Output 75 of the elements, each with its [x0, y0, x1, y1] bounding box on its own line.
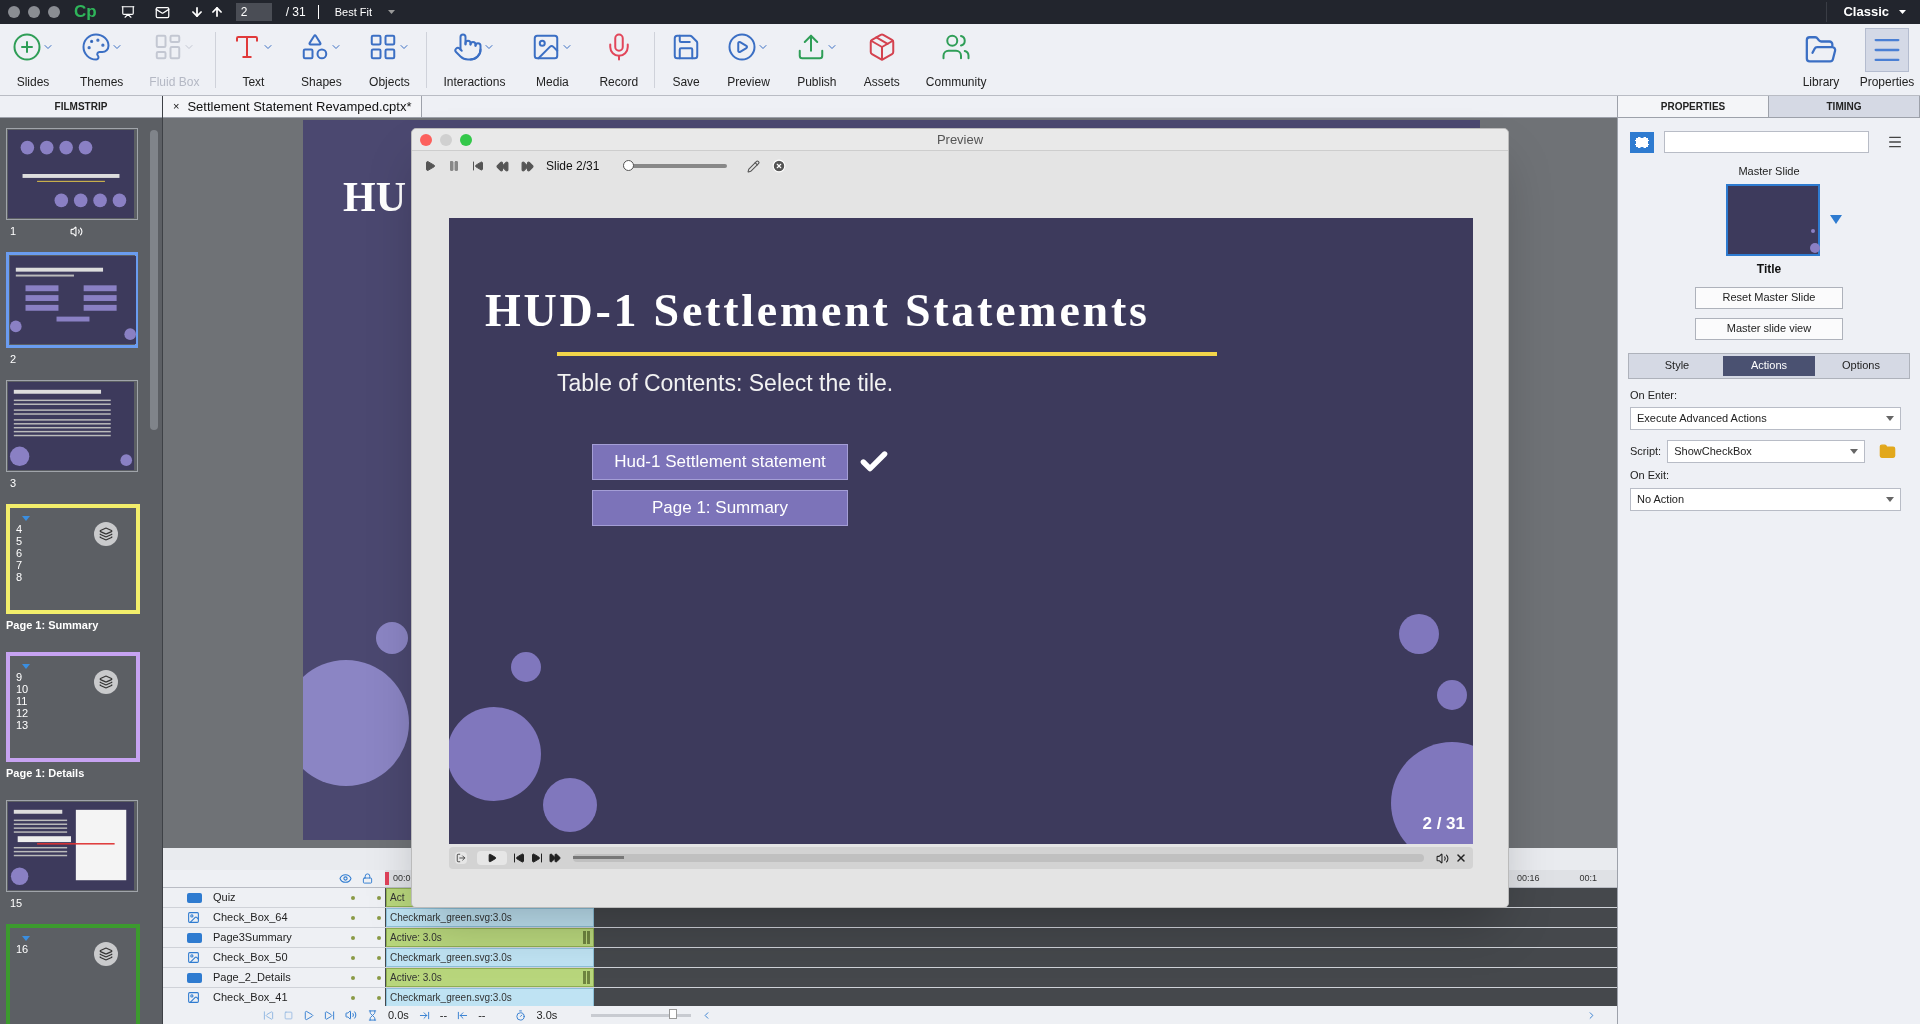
- panel-header: FILMSTRIP: [0, 96, 162, 118]
- panel-button[interactable]: Master slide view: [1695, 317, 1843, 340]
- toolbar-button[interactable]: Media: [523, 27, 582, 92]
- workspace-dropdown[interactable]: Classic: [1826, 2, 1906, 22]
- slide-number: 16: [16, 943, 30, 955]
- dropdown-field[interactable]: Execute Advanced Actions: [1630, 407, 1901, 430]
- slide-number: 11: [16, 695, 29, 707]
- timeline-bar[interactable]: Active: 3.0s: [386, 968, 594, 987]
- slide-group[interactable]: 9 10 11 12 13: [6, 652, 140, 762]
- subtab[interactable]: Style: [1631, 355, 1723, 376]
- slide-number: 7: [16, 559, 24, 571]
- slide-number: 4: [16, 523, 24, 535]
- slide-group[interactable]: 16: [6, 924, 140, 1024]
- subtab[interactable]: Options: [1815, 355, 1907, 376]
- start-time: 0.0s: [388, 1007, 409, 1023]
- panel-tab[interactable]: TIMING: [1769, 96, 1920, 117]
- toolbar-button[interactable]: Record: [591, 27, 647, 92]
- panel-tab[interactable]: PROPERTIES: [1618, 96, 1769, 117]
- subtab[interactable]: Actions: [1723, 355, 1815, 376]
- page-field[interactable]: 2: [235, 3, 272, 21]
- slide-number: 1: [10, 223, 18, 239]
- slide-title: HUD-1 Settlement Statements: [485, 284, 1150, 338]
- panel-button[interactable]: Reset Master Slide: [1695, 286, 1843, 309]
- slide-counter: 2 / 31: [1422, 812, 1465, 835]
- slide-number: 12: [16, 707, 30, 719]
- slide-group[interactable]: 4 5 6 7 8: [6, 504, 140, 614]
- toolbar-button[interactable]: Save: [663, 27, 710, 92]
- field-label: On Exit:: [1630, 468, 1671, 483]
- slide-number: 3: [10, 475, 18, 491]
- timeline-bar[interactable]: Active: 3.0s: [386, 928, 594, 947]
- slide-number: 8: [16, 571, 24, 583]
- zoom-dropdown[interactable]: Best Fit: [334, 3, 395, 21]
- tile-button[interactable]: Hud-1 Settlement statement: [592, 444, 848, 480]
- group-label: Page 1: Summary: [6, 618, 100, 633]
- window-title: Preview: [936, 130, 984, 149]
- slide-number: 6: [16, 547, 24, 559]
- slide-number: 15: [10, 895, 24, 911]
- app-logo: Cp: [74, 1, 97, 24]
- timeline-bar[interactable]: Checkmark_green.svg:3.0s: [386, 948, 594, 967]
- timeline-bar[interactable]: Checkmark_green.svg:3.0s: [386, 908, 594, 927]
- toolbar-button[interactable]: Publish: [787, 27, 846, 92]
- slide-number: 5: [16, 535, 24, 547]
- document-tab[interactable]: × Settlement Statement Revamped.cptx*: [163, 96, 423, 117]
- slide-number: 2: [10, 351, 18, 367]
- slide-counter: Slide 2/31: [546, 158, 600, 175]
- close-tab-button[interactable]: ×: [173, 98, 180, 115]
- field-label: On Enter:: [1630, 387, 1679, 403]
- toolbar-button[interactable]: Shapes: [292, 27, 351, 92]
- toolbar-button[interactable]: Objects: [360, 27, 419, 92]
- field-label: Script:: [1630, 444, 1662, 460]
- out-time: --: [478, 1007, 486, 1023]
- toolbar-button[interactable]: Preview: [719, 27, 778, 92]
- in-time: --: [439, 1007, 448, 1023]
- dropdown-field[interactable]: ShowCheckBox: [1667, 440, 1866, 463]
- slide-number: 9: [16, 671, 24, 683]
- toolbar-button[interactable]: Community: [917, 27, 995, 92]
- duration: 3.0s: [536, 1007, 558, 1023]
- panel-button[interactable]: Properties: [1854, 27, 1920, 92]
- toolbar-button[interactable]: Text: [224, 27, 283, 92]
- toolbar-button[interactable]: Themes: [72, 27, 132, 92]
- tile-button[interactable]: Page 1: Summary: [592, 490, 848, 526]
- toolbar-button[interactable]: Slides: [4, 27, 62, 92]
- slide-number: 13: [16, 719, 30, 731]
- dropdown-field[interactable]: No Action: [1630, 487, 1901, 511]
- master-slide-name: Title: [1756, 260, 1782, 278]
- timeline-bar[interactable]: Checkmark_green.svg:3.0s: [386, 988, 594, 1006]
- panel-button[interactable]: Library: [1788, 27, 1854, 92]
- slide-title: HU: [343, 176, 406, 218]
- page-total: / 31: [285, 4, 306, 21]
- section-label: Master Slide: [1738, 164, 1800, 179]
- slide-subtitle: Table of Contents: Select the tile.: [557, 369, 894, 398]
- slide-number: 10: [16, 683, 30, 695]
- toolbar-button[interactable]: Assets: [855, 27, 908, 92]
- group-label: Page 1: Details: [6, 766, 86, 781]
- toolbar-button[interactable]: Interactions: [435, 27, 514, 92]
